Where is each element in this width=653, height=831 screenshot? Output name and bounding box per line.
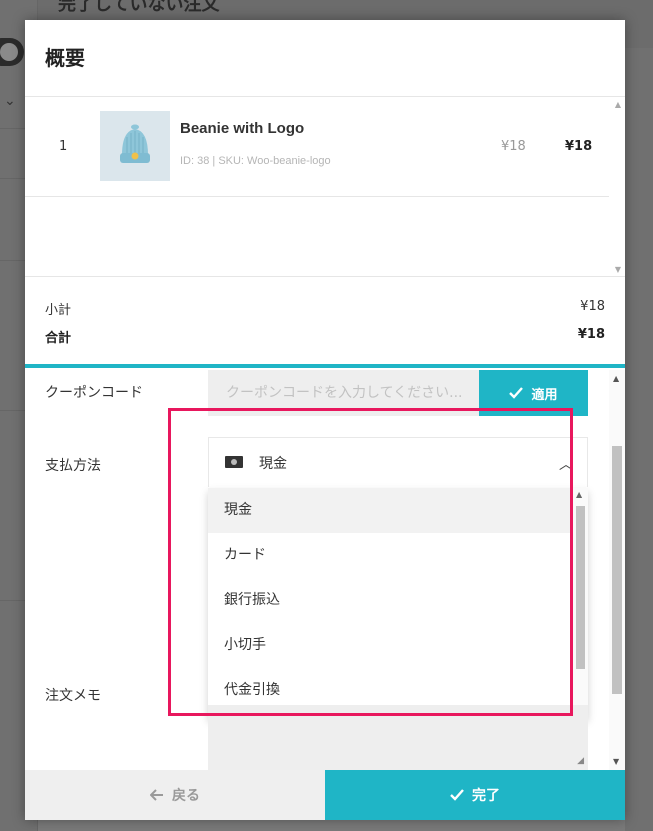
scroll-up-icon[interactable]: ▲ (615, 100, 621, 109)
background-right-strip (625, 48, 653, 831)
check-icon (509, 387, 524, 399)
scroll-up-icon[interactable]: ▲ (613, 374, 619, 383)
back-button[interactable]: 戻る (25, 770, 325, 820)
order-note-label: 注文メモ (45, 688, 101, 704)
list-item: 1 Beanie with Logo ID: 38 | SKU: Woo-bea… (25, 97, 609, 197)
check-icon (450, 789, 464, 801)
chevron-up-icon[interactable]: ︿ (559, 454, 573, 474)
apply-label: 適用 (531, 387, 558, 403)
dropdown-option-check[interactable]: 小切手 (208, 623, 572, 668)
items-scrollbar[interactable]: ▲ ▼ (609, 97, 625, 277)
payment-dropdown: 現金 カード 銀行振込 小切手 代金引換 ▲ ▼ (208, 488, 588, 718)
modal-header: 概要 (25, 20, 625, 97)
background-title: 完了していない注文 (58, 0, 220, 15)
product-thumbnail (100, 111, 170, 181)
scroll-down-icon[interactable]: ▼ (615, 265, 621, 274)
apply-coupon-button[interactable]: 適用 (479, 370, 588, 416)
subtotal-label: 小計 (45, 303, 72, 318)
order-totals: 小計 ¥18 合計 ¥18 (25, 278, 625, 368)
back-label: 戻る (172, 788, 200, 804)
subtotal-value: ¥18 (580, 299, 605, 314)
coupon-label: クーポンコード (45, 385, 143, 401)
total-label: 合計 (45, 331, 72, 346)
modal-footer: 戻る 完了 (25, 770, 625, 820)
resize-handle-icon[interactable]: ◢ (577, 756, 584, 766)
dropdown-option-bank-transfer[interactable]: 銀行振込 (208, 578, 572, 623)
payment-method-select[interactable]: 現金 ︿ (208, 437, 588, 487)
complete-button[interactable]: 完了 (325, 770, 625, 820)
form-scrollbar[interactable]: ▲ ▼ (609, 370, 625, 770)
order-note-textarea[interactable]: ◢ (208, 705, 588, 770)
summary-modal: 概要 1 Beanie with Logo ID: 38 | SKU: Woo-… (25, 20, 625, 820)
total-value: ¥18 (577, 327, 605, 342)
dropdown-scrollbar[interactable]: ▲ ▼ (572, 488, 588, 718)
payment-selected-value: 現金 (259, 456, 287, 472)
scroll-up-icon[interactable]: ▲ (576, 490, 582, 499)
item-name[interactable]: Beanie with Logo (180, 120, 304, 137)
dropdown-option-cash[interactable]: 現金 (208, 488, 572, 533)
dropdown-option-card[interactable]: カード (208, 533, 572, 578)
item-total: ¥18 (565, 139, 593, 154)
arrow-left-icon (150, 789, 163, 801)
background-toggle (0, 38, 24, 66)
item-unit-price: ¥18 (501, 139, 526, 154)
scrollbar-thumb[interactable] (576, 506, 585, 669)
chevron-down-icon: ⌄ (4, 93, 16, 109)
coupon-input[interactable] (208, 370, 479, 416)
beanie-image-icon (120, 124, 150, 163)
payment-label: 支払方法 (45, 458, 101, 474)
item-index: 1 (59, 139, 68, 154)
order-items-list: 1 Beanie with Logo ID: 38 | SKU: Woo-bea… (25, 97, 625, 277)
complete-label: 完了 (472, 788, 500, 804)
cash-icon (225, 456, 243, 468)
item-meta: ID: 38 | SKU: Woo-beanie-logo (180, 155, 331, 167)
modal-title: 概要 (45, 46, 85, 70)
scroll-down-icon[interactable]: ▼ (613, 757, 619, 766)
scrollbar-thumb[interactable] (612, 446, 622, 694)
checkout-form: クーポンコード 適用 支払方法 現金 ︿ 現金 カード 銀行振込 小切手 代金引… (25, 370, 625, 770)
